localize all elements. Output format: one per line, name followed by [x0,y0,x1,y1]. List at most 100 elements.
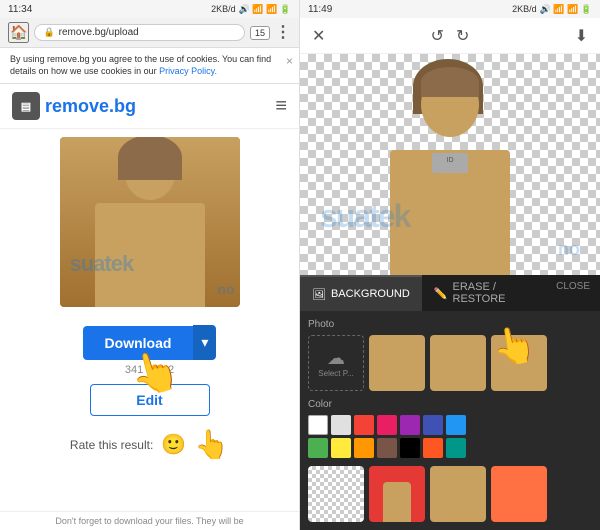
left-status-bar: 11:34 2KB/d 🔊 📶 📶 🔋 [0,0,299,18]
color-yellow[interactable] [331,438,351,458]
left-panel: 11:34 2KB/d 🔊 📶 📶 🔋 🏠 🔒 remove.bg/upload… [0,0,300,530]
tab-erase-restore[interactable]: ✏️ ERASE / RESTORE [422,275,546,311]
cookie-banner: By using remove.bg you agree to the use … [0,48,299,84]
right-toolbar: ✕ ↺ ↻ ⬇ [300,18,600,54]
photo-section-label: Photo [308,319,592,330]
bg-preset-3[interactable] [491,335,547,391]
right-status-bar: 11:49 2KB/d 🔊 📶 📶 🔋 [300,0,600,18]
privacy-policy-link[interactable]: Privacy Policy. [159,66,217,76]
bottom-tabs: 🖼 BACKGROUND ✏️ ERASE / RESTORE CLOSE [300,275,600,311]
left-watermark-1: suatek [70,251,134,277]
right-panel: 11:49 2KB/d 🔊 📶 📶 🔋 ✕ ↺ ↻ ⬇ [300,0,600,530]
toolbar-left: ✕ [312,26,325,46]
tab-background[interactable]: 🖼 BACKGROUND [300,275,422,311]
color-deep-orange[interactable] [423,438,443,458]
right-preview-person: ID [370,64,530,275]
person-hijab-left [118,137,182,180]
url-text: remove.bg/upload [59,27,139,38]
right-face [421,72,479,137]
smiley-icon[interactable]: 🙂 [161,432,186,457]
tab-close-button[interactable]: CLOSE [546,275,600,311]
download-arrow-button[interactable]: ▾ [193,325,216,360]
right-watermark-2: no [558,239,580,260]
bg-preset-2[interactable] [430,335,486,391]
photo-row: ☁ Select P... 👆 [308,335,592,391]
cursor-hand-rate: 👆 [194,428,229,461]
left-time: 11:34 [8,4,32,15]
tab-close-label: CLOSE [556,281,590,292]
left-signal-icons: 🔊 📶 📶 🔋 [239,4,291,15]
eraser-icon: ✏️ [434,287,448,300]
color-grid [308,415,592,458]
color-purple[interactable] [400,415,420,435]
upload-icon: ☁ [327,348,345,369]
bg-orange-thumb[interactable] [491,466,547,522]
bg-transparent-thumb[interactable] [308,466,364,522]
action-area: Download ▾ 341 × 512 Edit 👆 Rate this re… [0,315,299,471]
right-watermark-1: suatek [320,198,409,235]
upload-photo-button[interactable]: ☁ Select P... [308,335,364,391]
home-button[interactable]: 🏠 [8,22,29,43]
cookie-close-button[interactable]: × [286,54,293,70]
color-red[interactable] [354,415,374,435]
color-row2 [308,466,592,522]
bottom-panel: 🖼 BACKGROUND ✏️ ERASE / RESTORE CLOSE Ph… [300,275,600,530]
bg-options: Photo ☁ Select P... 👆 [300,311,600,530]
site-header: ▤ remove.bg ≡ [0,84,299,129]
right-signal-icons: 🔊 📶 📶 🔋 [540,4,592,15]
left-watermark-2: no [217,281,234,297]
bg-neutral-thumb[interactable] [430,466,486,522]
browser-menu-button[interactable]: ⋮ [275,25,291,41]
tab-count[interactable]: 15 [250,26,270,40]
left-status-icons: 2KB/d 🔊 📶 📶 🔋 [211,4,291,15]
rate-section: Rate this result: 🙂 👆 [70,428,229,461]
rate-label: Rate this result: [70,438,153,452]
red-person [369,466,425,522]
right-preview: ID suatek no [300,54,600,275]
toolbar-right: ⬇ [575,26,588,46]
browser-bar: 🏠 🔒 remove.bg/upload 15 ⋮ [0,18,299,48]
hamburger-menu[interactable]: ≡ [275,95,287,118]
toolbar-center: ↺ ↻ [431,26,470,46]
color-black[interactable] [400,438,420,458]
color-section-label: Color [308,399,592,410]
color-white[interactable] [308,415,328,435]
right-badge: ID [432,153,468,173]
logo-remove: remove [45,96,109,116]
color-blue[interactable] [446,415,466,435]
edit-button-wrapper: Edit 👆 [90,384,210,416]
logo-dotbg: .bg [109,96,136,116]
logo-text: remove.bg [45,96,136,117]
tab-background-label: BACKGROUND [331,288,410,300]
color-lightgray[interactable] [331,415,351,435]
mini-body [383,482,411,522]
right-person-head-wrap [413,64,488,148]
bg-red-thumb[interactable] [369,466,425,522]
color-pink[interactable] [377,415,397,435]
bg-thumb-person-3 [491,335,547,391]
undo-button[interactable]: ↺ [431,26,444,46]
close-button[interactable]: ✕ [312,26,325,46]
right-hijab-top [421,67,479,97]
left-data-info: 2KB/d [211,4,236,14]
logo: ▤ remove.bg [12,92,136,120]
logo-icon: ▤ [12,92,40,120]
right-data-info: 2KB/d [512,4,537,14]
url-bar[interactable]: 🔒 remove.bg/upload [34,24,245,41]
color-brown[interactable] [377,438,397,458]
redo-button[interactable]: ↻ [456,26,469,46]
bg-preset-1[interactable] [369,335,425,391]
person-silhouette: suatek no [60,137,240,307]
color-green[interactable] [308,438,328,458]
footer-text: Don't forget to download your files. The… [0,511,299,530]
color-indigo[interactable] [423,415,443,435]
color-teal[interactable] [446,438,466,458]
lock-icon: 🔒 [43,27,54,38]
upload-label: Select P... [318,369,353,378]
right-time: 11:49 [308,4,332,15]
bg-thumb-person-2 [430,335,486,391]
right-status-icons: 2KB/d 🔊 📶 📶 🔋 [512,4,592,15]
cookie-text: By using remove.bg you agree to the use … [10,54,271,76]
download-icon-button[interactable]: ⬇ [575,26,588,46]
color-orange[interactable] [354,438,374,458]
